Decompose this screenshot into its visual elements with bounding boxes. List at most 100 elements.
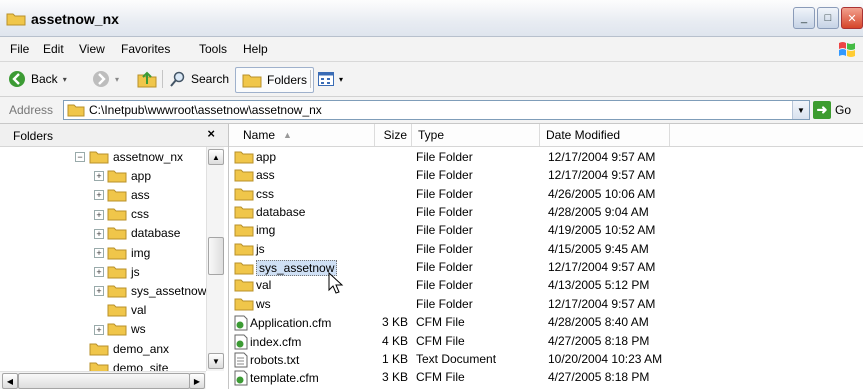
- tree-item-label: val: [131, 303, 147, 318]
- file-size: 4 KB: [381, 333, 408, 348]
- file-row[interactable]: val File Folder 4/13/2005 5:12 PM: [229, 276, 863, 294]
- views-button[interactable]: ▾: [318, 67, 343, 91]
- tree-item[interactable]: + sys_assetnow: [94, 281, 206, 300]
- tree-item-label: demo_site: [113, 360, 169, 371]
- file-row[interactable]: css File Folder 4/26/2005 10:06 AM: [229, 185, 863, 203]
- column-header-name[interactable]: Name ▲: [229, 124, 375, 146]
- scroll-right-button[interactable]: ▶: [189, 373, 205, 389]
- file-row[interactable]: robots.txt 1 KB Text Document 10/20/2004 10…: [229, 350, 863, 368]
- menu-bar: File Edit View Favorites Tools Help: [0, 37, 863, 62]
- menu-view[interactable]: View: [79, 42, 105, 56]
- chevron-down-icon[interactable]: ▾: [339, 75, 343, 84]
- file-list-header: Name ▲ Size Type Date Modified: [229, 124, 863, 147]
- file-row[interactable]: app File Folder 12/17/2004 9:57 AM: [229, 148, 863, 166]
- folder-icon: [89, 362, 109, 371]
- folder-icon: [107, 285, 127, 298]
- address-label: Address: [9, 103, 54, 117]
- forward-button[interactable]: ▾: [92, 67, 119, 91]
- scroll-up-button[interactable]: ▲: [208, 149, 224, 165]
- up-folder-button[interactable]: [137, 67, 157, 91]
- tree-item[interactable]: + database: [94, 224, 180, 243]
- minimize-button[interactable]: _: [793, 7, 815, 29]
- folder-icon: [234, 262, 254, 275]
- file-modified: 12/17/2004 9:57 AM: [548, 150, 656, 164]
- chevron-down-icon[interactable]: ▾: [63, 75, 67, 84]
- expand-toggle[interactable]: +: [94, 209, 104, 220]
- scroll-down-button[interactable]: ▼: [208, 353, 224, 369]
- file-row[interactable]: database File Folder 4/28/2005 9:04 AM: [229, 203, 863, 221]
- tree-item[interactable]: + ws: [94, 320, 146, 339]
- file-row[interactable]: js File Folder 4/15/2005 9:45 AM: [229, 240, 863, 258]
- folders-button[interactable]: Folders: [235, 67, 315, 93]
- go-button[interactable]: ➜ Go: [813, 101, 851, 119]
- maximize-button[interactable]: □: [817, 7, 839, 29]
- address-dropdown-button[interactable]: ▼: [792, 101, 809, 119]
- folder-icon: [107, 170, 127, 183]
- tree-item[interactable]: − assetnow_nx: [75, 147, 184, 166]
- cfm-file-icon: [234, 334, 248, 349]
- tree-item-label: css: [131, 207, 149, 222]
- close-pane-button[interactable]: ×: [207, 126, 215, 141]
- go-arrow-icon: ➜: [813, 101, 831, 119]
- chevron-down-icon[interactable]: ▾: [115, 75, 119, 84]
- tree-item[interactable]: demo_site: [89, 358, 168, 371]
- folders-pane: Folders × − assetnow_nx + app + ass + css + datab…: [0, 124, 229, 389]
- menu-edit[interactable]: Edit: [43, 42, 64, 56]
- expand-toggle[interactable]: +: [94, 324, 104, 335]
- expand-toggle[interactable]: +: [94, 171, 104, 182]
- menu-file[interactable]: File: [10, 42, 29, 56]
- back-button[interactable]: Back ▾: [8, 67, 67, 91]
- tree-item-label: assetnow_nx: [113, 149, 184, 164]
- forward-arrow-icon: [93, 71, 109, 87]
- file-modified: 4/13/2005 5:12 PM: [548, 278, 650, 293]
- file-modified: 4/26/2005 10:06 AM: [548, 186, 656, 201]
- search-button[interactable]: Search: [170, 67, 229, 91]
- address-input[interactable]: C:\Inetpub\wwwroot\assetnow\assetnow_nx …: [63, 100, 810, 120]
- file-row[interactable]: img File Folder 4/19/2005 10:52 AM: [229, 221, 863, 239]
- file-row[interactable]: ws File Folder 12/17/2004 9:57 AM: [229, 295, 863, 313]
- folder-icon: [234, 243, 254, 256]
- file-row[interactable]: index.cfm 4 KB CFM File 4/27/2005 8:18 PM: [229, 332, 863, 350]
- menu-help[interactable]: Help: [243, 42, 268, 56]
- expand-toggle[interactable]: +: [94, 286, 104, 297]
- file-row[interactable]: template.cfm 3 KB CFM File 4/27/2005 8:18 P…: [229, 368, 863, 386]
- menu-favorites[interactable]: Favorites: [121, 42, 170, 56]
- expand-toggle[interactable]: +: [94, 228, 104, 239]
- expand-toggle[interactable]: +: [94, 248, 104, 258]
- folder-icon: [107, 304, 127, 317]
- tree-horizontal-scrollbar[interactable]: ◀ ▶: [0, 371, 206, 389]
- cfm-file-icon: [234, 315, 248, 331]
- file-row[interactable]: sys_assetnow File Folder 12/17/2004 9:57 A…: [229, 258, 863, 277]
- column-header-modified[interactable]: Date Modified: [540, 124, 670, 146]
- menu-tools[interactable]: Tools: [199, 42, 227, 56]
- scroll-thumb[interactable]: [208, 237, 224, 275]
- folder-icon: [107, 247, 127, 259]
- expand-toggle[interactable]: −: [75, 152, 85, 162]
- expand-toggle[interactable]: +: [94, 190, 104, 201]
- column-header-type[interactable]: Type: [412, 124, 540, 146]
- column-header-size[interactable]: Size: [375, 124, 412, 146]
- folder-icon: [234, 169, 254, 182]
- file-type: File Folder: [416, 150, 473, 164]
- file-row[interactable]: ass File Folder 12/17/2004 9:57 AM: [229, 166, 863, 184]
- folder-icon: [107, 208, 127, 221]
- file-type: CFM File: [416, 370, 465, 385]
- folders-label: Folders: [267, 73, 308, 87]
- expand-toggle[interactable]: +: [94, 267, 104, 278]
- tree-item[interactable]: + ass: [94, 185, 150, 204]
- sort-ascending-icon: ▲: [283, 130, 292, 140]
- scroll-thumb[interactable]: [18, 373, 190, 389]
- scroll-left-button[interactable]: ◀: [2, 373, 18, 389]
- file-row[interactable]: Application.cfm 3 KB CFM File 4/28/2005 8:4…: [229, 313, 863, 331]
- file-size: 1 KB: [381, 351, 408, 366]
- tree-vertical-scrollbar[interactable]: ▲ ▼: [206, 147, 224, 371]
- tree-item[interactable]: demo_anx: [89, 339, 169, 358]
- tree-item[interactable]: val: [107, 301, 146, 320]
- tree-item[interactable]: + js: [94, 262, 140, 281]
- close-button[interactable]: ✕: [841, 7, 863, 29]
- tree-item[interactable]: + css: [94, 205, 149, 224]
- file-type: File Folder: [416, 186, 473, 201]
- up-folder-icon: [137, 71, 157, 88]
- tree-item[interactable]: + img: [94, 243, 150, 262]
- tree-item[interactable]: + app: [94, 166, 151, 185]
